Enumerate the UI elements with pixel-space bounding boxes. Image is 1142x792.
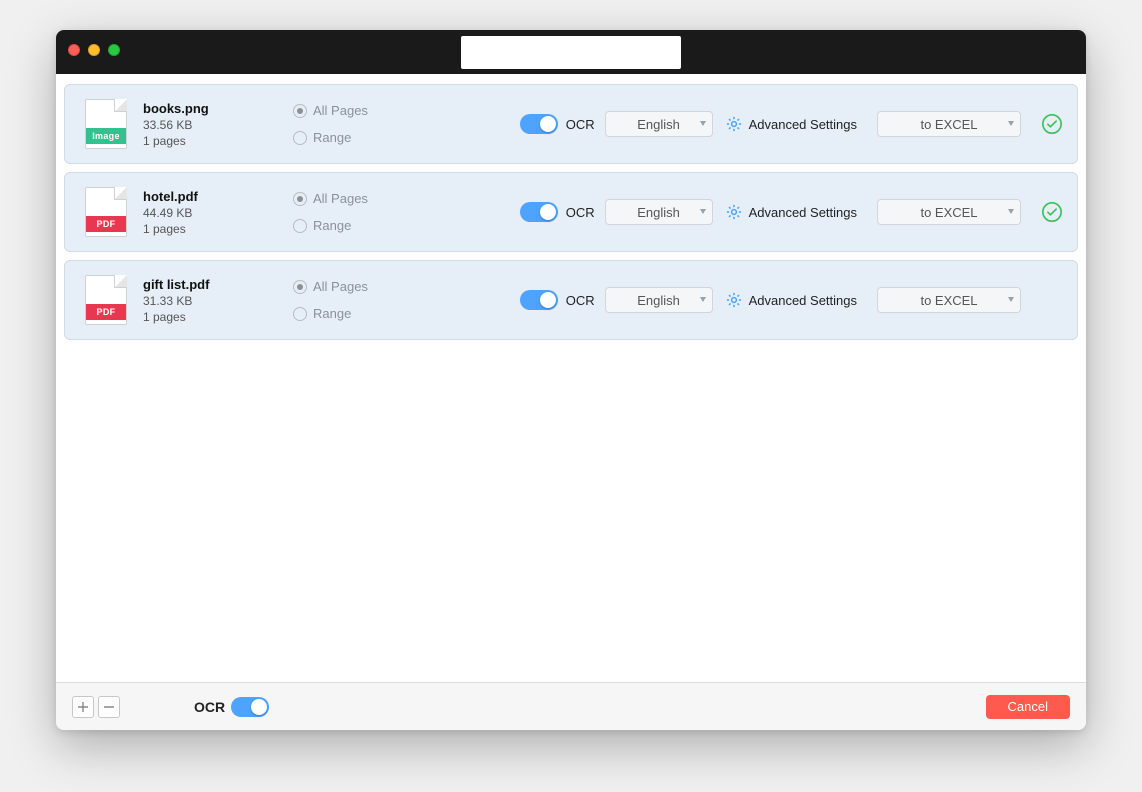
format-value: to EXCEL	[920, 293, 977, 308]
file-info: gift list.pdf 31.33 KB 1 pages	[143, 277, 293, 324]
chevron-down-icon	[1008, 121, 1014, 126]
format-select[interactable]: to EXCEL	[877, 111, 1021, 137]
radio-label: All Pages	[313, 103, 368, 118]
zoom-icon[interactable]	[108, 44, 120, 56]
radio-range[interactable]: Range	[293, 130, 403, 145]
ocr-label: OCR	[566, 117, 595, 132]
ocr-group: OCR	[520, 290, 595, 310]
file-pagecount: 1 pages	[143, 222, 293, 236]
footer-ocr-label: OCR	[194, 699, 225, 715]
file-info: books.png 33.56 KB 1 pages	[143, 101, 293, 148]
format-value: to EXCEL	[920, 117, 977, 132]
ocr-toggle[interactable]	[520, 202, 558, 222]
footer-ocr-toggle[interactable]	[231, 697, 269, 717]
radio-icon	[293, 219, 307, 233]
format-select[interactable]: to EXCEL	[877, 287, 1021, 313]
ocr-label: OCR	[566, 293, 595, 308]
advanced-settings-button[interactable]: Advanced Settings	[725, 203, 857, 221]
window-controls	[68, 44, 120, 56]
file-size: 31.33 KB	[143, 294, 293, 308]
advanced-settings-button[interactable]: Advanced Settings	[725, 115, 857, 133]
language-select[interactable]: English	[605, 199, 713, 225]
minimize-icon[interactable]	[88, 44, 100, 56]
ocr-toggle[interactable]	[520, 114, 558, 134]
title-center-blank	[461, 36, 681, 69]
file-type-tag: PDF	[86, 304, 126, 320]
page-selection: All Pages Range	[293, 103, 403, 145]
radio-all-pages[interactable]: All Pages	[293, 103, 403, 118]
chevron-down-icon	[700, 297, 706, 302]
format-select[interactable]: to EXCEL	[877, 199, 1021, 225]
close-icon[interactable]	[68, 44, 80, 56]
file-list: Image books.png 33.56 KB 1 pages All Pag…	[56, 74, 1086, 682]
file-name: hotel.pdf	[143, 189, 293, 204]
advanced-settings-label: Advanced Settings	[749, 293, 857, 308]
app-window: Image books.png 33.56 KB 1 pages All Pag…	[56, 30, 1086, 730]
page-selection: All Pages Range	[293, 191, 403, 233]
ocr-group: OCR	[520, 114, 595, 134]
file-type-icon: PDF	[85, 275, 127, 325]
radio-label: Range	[313, 218, 351, 233]
radio-label: Range	[313, 130, 351, 145]
add-file-button[interactable]	[72, 696, 94, 718]
file-size: 33.56 KB	[143, 118, 293, 132]
file-type-icon: PDF	[85, 187, 127, 237]
language-select[interactable]: English	[605, 111, 713, 137]
ocr-group: OCR	[520, 202, 595, 222]
advanced-settings-button[interactable]: Advanced Settings	[725, 291, 857, 309]
format-value: to EXCEL	[920, 205, 977, 220]
radio-icon	[293, 280, 307, 294]
radio-label: All Pages	[313, 279, 368, 294]
file-row[interactable]: PDF gift list.pdf 31.33 KB 1 pages All P…	[64, 260, 1078, 340]
file-row[interactable]: PDF hotel.pdf 44.49 KB 1 pages All Pages…	[64, 172, 1078, 252]
gear-icon	[725, 203, 743, 221]
language-select[interactable]: English	[605, 287, 713, 313]
radio-icon	[293, 104, 307, 118]
file-type-tag: PDF	[86, 216, 126, 232]
file-row[interactable]: Image books.png 33.56 KB 1 pages All Pag…	[64, 84, 1078, 164]
chevron-down-icon	[700, 121, 706, 126]
chevron-down-icon	[700, 209, 706, 214]
page-selection: All Pages Range	[293, 279, 403, 321]
radio-range[interactable]: Range	[293, 306, 403, 321]
chevron-down-icon	[1008, 297, 1014, 302]
file-type-tag: Image	[86, 128, 126, 144]
file-type-icon: Image	[85, 99, 127, 149]
radio-icon	[293, 192, 307, 206]
status-done-icon	[1041, 201, 1063, 223]
advanced-settings-label: Advanced Settings	[749, 117, 857, 132]
file-size: 44.49 KB	[143, 206, 293, 220]
file-name: books.png	[143, 101, 293, 116]
gear-icon	[725, 291, 743, 309]
language-value: English	[637, 117, 680, 132]
file-pagecount: 1 pages	[143, 134, 293, 148]
language-value: English	[637, 293, 680, 308]
status-done-icon	[1041, 113, 1063, 135]
remove-file-button[interactable]	[98, 696, 120, 718]
language-value: English	[637, 205, 680, 220]
radio-all-pages[interactable]: All Pages	[293, 279, 403, 294]
ocr-label: OCR	[566, 205, 595, 220]
titlebar	[56, 30, 1086, 74]
file-info: hotel.pdf 44.49 KB 1 pages	[143, 189, 293, 236]
cancel-button[interactable]: Cancel	[986, 695, 1070, 719]
gear-icon	[725, 115, 743, 133]
file-name: gift list.pdf	[143, 277, 293, 292]
radio-icon	[293, 307, 307, 321]
radio-all-pages[interactable]: All Pages	[293, 191, 403, 206]
radio-icon	[293, 131, 307, 145]
chevron-down-icon	[1008, 209, 1014, 214]
radio-label: Range	[313, 306, 351, 321]
file-pagecount: 1 pages	[143, 310, 293, 324]
advanced-settings-label: Advanced Settings	[749, 205, 857, 220]
radio-label: All Pages	[313, 191, 368, 206]
ocr-toggle[interactable]	[520, 290, 558, 310]
footer-bar: OCR Cancel	[56, 682, 1086, 730]
radio-range[interactable]: Range	[293, 218, 403, 233]
